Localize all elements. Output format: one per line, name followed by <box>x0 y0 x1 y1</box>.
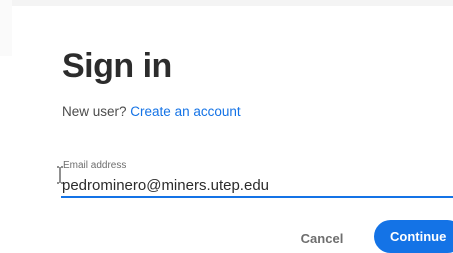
text-cursor-icon <box>57 166 63 184</box>
email-label: Email address <box>63 160 127 171</box>
top-divider <box>0 0 453 6</box>
create-account-link[interactable]: Create an account <box>130 104 240 119</box>
cancel-button[interactable]: Cancel <box>294 224 350 252</box>
page-title: Sign in <box>62 47 172 85</box>
continue-button[interactable]: Continue <box>374 220 453 253</box>
new-user-row: New user? Create an account <box>62 103 241 121</box>
left-edge <box>0 0 12 56</box>
email-field[interactable] <box>61 174 453 198</box>
new-user-prompt: New user? <box>62 104 127 119</box>
signin-page: Sign in New user? Create an account Emai… <box>0 0 453 253</box>
